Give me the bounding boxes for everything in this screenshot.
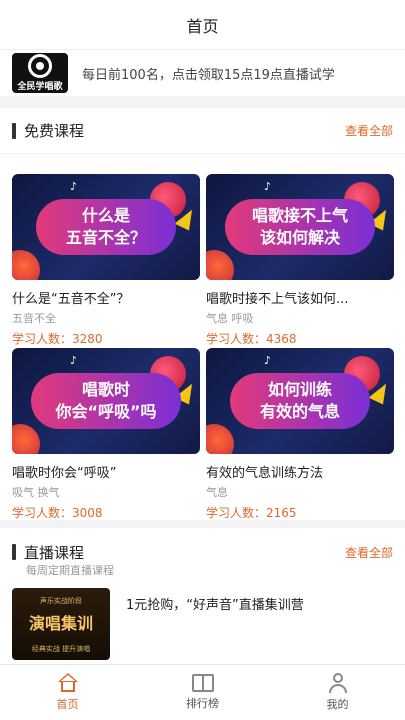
caption-line: 你会“呼吸”吗 bbox=[55, 402, 157, 421]
course-thumbnail[interactable]: ♪ 如何训练 有效的气息 bbox=[206, 348, 394, 454]
live-course-item[interactable]: 声乐实战阶段 演唱集训 经典实战 提升演唱 1元抢购，“好声音”直播集训营 bbox=[12, 588, 304, 660]
view-all-link[interactable]: 查看全部 bbox=[345, 122, 393, 139]
tab-ranking[interactable]: 排行榜 bbox=[135, 665, 270, 720]
tab-label: 首页 bbox=[56, 698, 79, 711]
course-card[interactable]: ♪ 唱歌时 你会“呼吸”吗 唱歌时你会“呼吸” 吸气 换气 学习人数：3008 bbox=[12, 348, 200, 521]
section-title: 直播课程 bbox=[24, 543, 85, 562]
course-card[interactable]: ♪ 什么是 五音不全？ 什么是“五音不全”？ 五音不全 学习人数：3280 bbox=[12, 174, 200, 347]
thumbnail-caption: 什么是 五音不全？ bbox=[36, 199, 176, 255]
decor-circle bbox=[206, 250, 234, 280]
thumb-foot-text: 经典实战 提升演唱 bbox=[31, 645, 91, 653]
user-icon bbox=[327, 673, 349, 693]
section-subtitle: 每周定期直播课程 bbox=[26, 564, 114, 577]
caption-line: 如何训练 bbox=[267, 380, 332, 399]
tab-label: 排行榜 bbox=[186, 697, 219, 710]
caption-line: 有效的气息 bbox=[259, 402, 340, 421]
course-title[interactable]: 唱歌时接不上气该如何... bbox=[206, 288, 394, 307]
live-courses-section: 直播课程 查看全部 每周定期直播课程 声乐实战阶段 演唱集训 经典实战 提升演唱… bbox=[0, 528, 405, 664]
course-tags: 气息 呼吸 bbox=[206, 312, 254, 325]
promo-banner[interactable]: 全民学唱歌 每日前100名，点击领取15点19点直播试学 bbox=[0, 50, 405, 96]
tab-home[interactable]: 首页 bbox=[0, 665, 135, 720]
page-title: 首页 bbox=[186, 16, 219, 36]
free-courses-section: 免费课程 查看全部 ♪ 什么是 五音不全？ 什么是“五音不全”？ 五音不全 学习… bbox=[0, 108, 405, 520]
section-title: 免费课程 bbox=[24, 122, 85, 140]
learner-count: 学习人数：4368 bbox=[206, 332, 297, 346]
caption-line: 唱歌时 bbox=[81, 380, 130, 399]
bottom-tab-bar: 首页 排行榜 我的 bbox=[0, 664, 405, 720]
live-course-title[interactable]: 1元抢购，“好声音”直播集训营 bbox=[126, 594, 304, 660]
banner-text: 每日前100名，点击领取15点19点直播试学 bbox=[82, 67, 335, 83]
decor-circle bbox=[206, 424, 234, 454]
course-thumbnail[interactable]: ♪ 唱歌接不上气 该如何解决 bbox=[206, 174, 394, 280]
course-title[interactable]: 唱歌时你会“呼吸” bbox=[12, 462, 200, 481]
learner-count: 学习人数：3280 bbox=[12, 332, 103, 346]
view-all-link[interactable]: 查看全部 bbox=[345, 544, 393, 561]
caption-line: 什么是 bbox=[81, 206, 130, 225]
top-bar: 首页 bbox=[0, 0, 405, 50]
section-accent-bar bbox=[12, 122, 16, 139]
home-page: 首页 全民学唱歌 每日前100名，点击领取15点19点直播试学 免费课程 查看全… bbox=[0, 0, 405, 720]
thumb-big-text: 演唱集训 bbox=[28, 614, 93, 633]
course-thumbnail[interactable]: ♪ 什么是 五音不全？ bbox=[12, 174, 200, 280]
decor-circle bbox=[12, 250, 40, 280]
course-card[interactable]: ♪ 唱歌接不上气 该如何解决 唱歌时接不上气该如何... 气息 呼吸 学习人数：… bbox=[206, 174, 394, 347]
caption-line: 唱歌接不上气 bbox=[251, 206, 348, 225]
home-icon bbox=[57, 673, 79, 693]
logo-text: 全民学唱歌 bbox=[17, 82, 63, 92]
music-note-icon: ♪ bbox=[264, 354, 272, 367]
course-tags: 吸气 换气 bbox=[12, 486, 60, 499]
course-tags: 五音不全 bbox=[12, 312, 56, 325]
tab-label: 我的 bbox=[326, 698, 349, 711]
live-course-thumbnail[interactable]: 声乐实战阶段 演唱集训 经典实战 提升演唱 bbox=[12, 588, 110, 660]
section-header: 免费课程 查看全部 bbox=[0, 108, 405, 154]
course-title[interactable]: 有效的气息训练方法 bbox=[206, 462, 394, 481]
record-icon bbox=[28, 54, 52, 78]
music-note-icon: ♪ bbox=[264, 180, 272, 193]
music-note-icon: ♪ bbox=[70, 180, 78, 193]
thumbnail-caption: 唱歌接不上气 该如何解决 bbox=[225, 199, 375, 255]
section-accent-bar bbox=[12, 544, 16, 560]
book-icon bbox=[191, 674, 214, 692]
thumb-small-text: 声乐实战阶段 bbox=[40, 597, 82, 605]
tab-profile[interactable]: 我的 bbox=[270, 665, 405, 720]
course-tags: 气息 bbox=[206, 486, 228, 499]
course-title[interactable]: 什么是“五音不全”？ bbox=[12, 288, 200, 307]
thumbnail-caption: 唱歌时 你会“呼吸”吗 bbox=[31, 373, 181, 429]
learner-count: 学习人数：2165 bbox=[206, 506, 297, 520]
thumbnail-caption: 如何训练 有效的气息 bbox=[230, 373, 370, 429]
caption-line: 该如何解决 bbox=[259, 228, 340, 247]
music-note-icon: ♪ bbox=[70, 354, 78, 367]
learner-count: 学习人数：3008 bbox=[12, 506, 103, 520]
app-logo: 全民学唱歌 bbox=[12, 53, 68, 93]
course-thumbnail[interactable]: ♪ 唱歌时 你会“呼吸”吗 bbox=[12, 348, 200, 454]
caption-line: 五音不全？ bbox=[65, 228, 146, 247]
course-card[interactable]: ♪ 如何训练 有效的气息 有效的气息训练方法 气息 学习人数：2165 bbox=[206, 348, 394, 521]
decor-circle bbox=[12, 424, 40, 454]
